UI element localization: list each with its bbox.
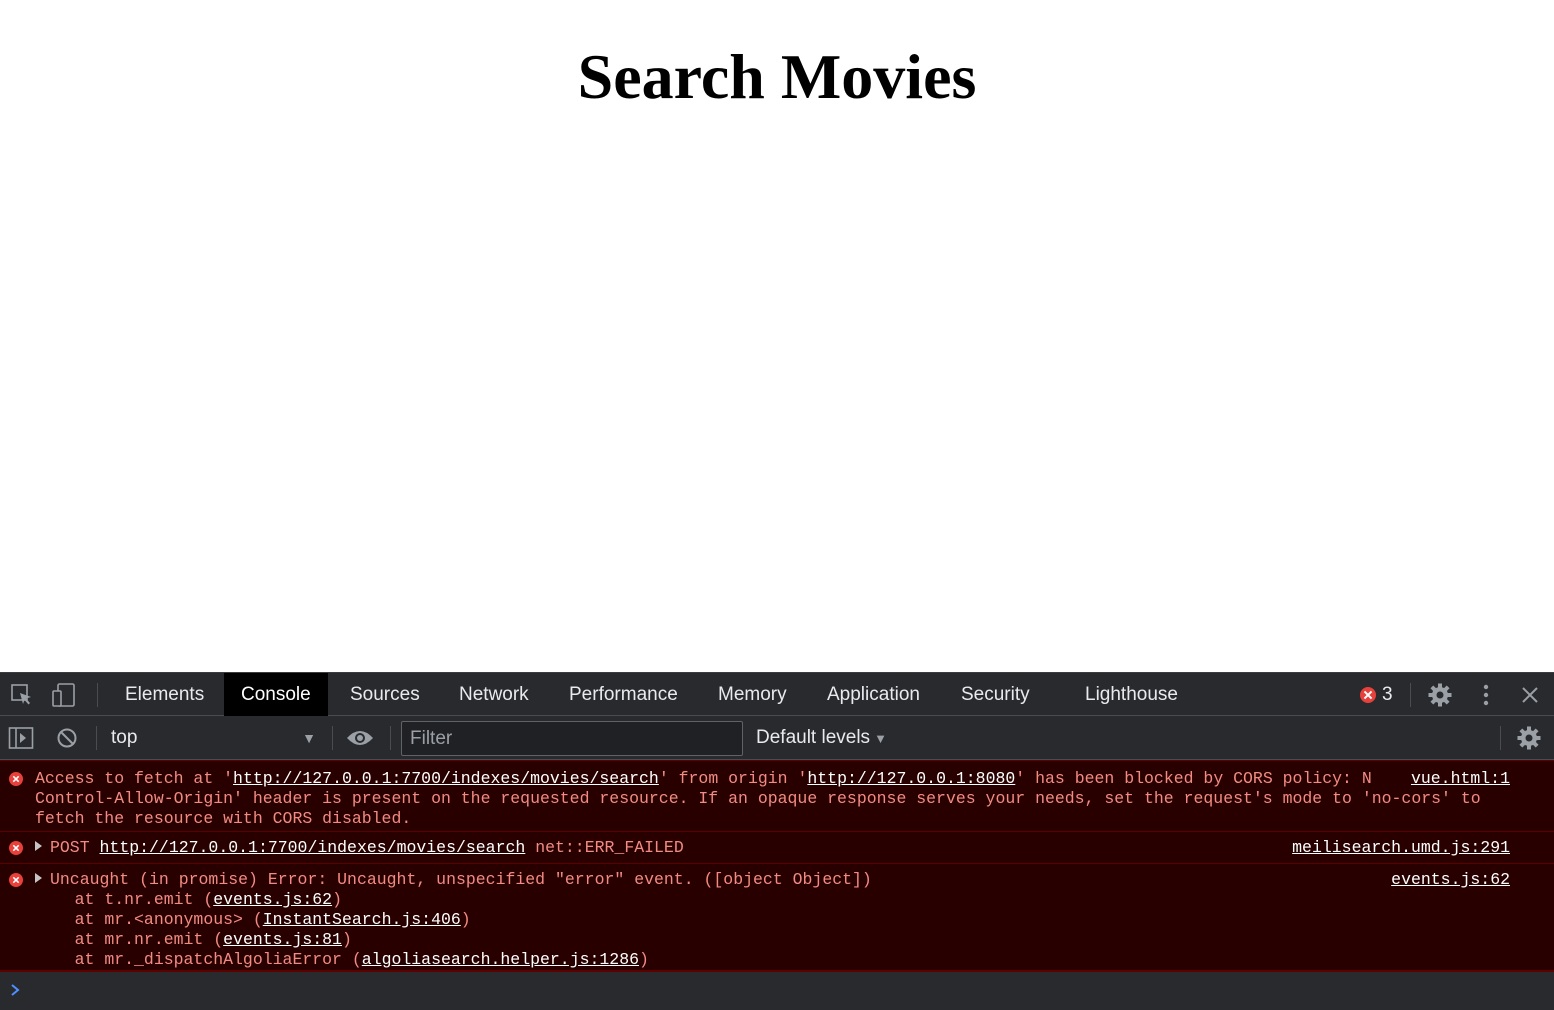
chevron-down-icon: ▼ — [302, 730, 316, 746]
stack-frame-link[interactable]: algoliasearch.helper.js:1286 — [362, 950, 639, 969]
error-icon — [9, 772, 23, 786]
error-icon — [9, 873, 23, 887]
expand-triangle-icon[interactable] — [35, 873, 42, 883]
error-icon — [1360, 687, 1376, 703]
devtools-tabbar: Elements Console Sources Network Perform… — [0, 672, 1554, 716]
context-value: top — [111, 727, 138, 748]
message-text-part: Access to fetch at ' — [35, 769, 234, 788]
source-link[interactable]: events.js:62 — [1391, 870, 1510, 890]
request-url-link[interactable]: http://127.0.0.1:7700/indexes/movies/sea… — [100, 838, 526, 857]
log-levels-label: Default levels — [756, 727, 871, 748]
request-status: net::ERR_FAILED — [535, 838, 684, 857]
chevron-down-icon: ▼ — [874, 731, 887, 746]
request-method: POST — [50, 838, 90, 857]
stack-frame-text: ) — [341, 930, 352, 949]
console-message-post-failed: POST http://127.0.0.1:7700/indexes/movie… — [0, 831, 1554, 863]
origin-url-link[interactable]: http://127.0.0.1:8080 — [807, 769, 1015, 788]
stack-frame-link[interactable]: InstantSearch.js:406 — [263, 910, 461, 929]
stack-frame-text: ) — [460, 910, 471, 929]
source-link[interactable]: meilisearch.umd.js:291 — [1292, 838, 1510, 858]
stack-frame-text: at t.nr.emit ( — [35, 890, 214, 909]
stack-frame: at mr.nr.emit (events.js:81) — [35, 930, 352, 949]
filter-input[interactable] — [401, 721, 743, 756]
message-text-part: ' from origin ' — [658, 769, 808, 788]
tab-application[interactable]: Application — [810, 673, 937, 716]
tab-lighthouse[interactable]: Lighthouse — [1068, 673, 1195, 716]
prompt-chevron-icon — [11, 984, 20, 996]
clear-console-icon[interactable] — [53, 724, 81, 752]
expand-triangle-icon[interactable] — [35, 841, 42, 851]
live-expression-eye-icon[interactable] — [346, 724, 374, 752]
devtools-panel: Elements Console Sources Network Perform… — [0, 672, 1554, 1010]
divider — [96, 726, 97, 750]
message-text: Access to fetch at 'http://127.0.0.1:770… — [35, 769, 1514, 829]
context-select[interactable]: top ▼ — [100, 722, 324, 754]
divider — [390, 726, 391, 750]
stack-frame-text: ) — [332, 890, 342, 909]
close-icon[interactable] — [1516, 681, 1544, 709]
sidebar-toggle-icon[interactable] — [7, 724, 35, 752]
settings-gear-icon[interactable] — [1426, 681, 1454, 709]
tab-elements[interactable]: Elements — [108, 673, 221, 716]
console-toolbar: top ▼ Default levels▼ — [0, 716, 1554, 760]
more-options-icon[interactable] — [1472, 681, 1500, 709]
console-message-uncaught-error: Uncaught (in promise) Error: Uncaught, u… — [0, 863, 1554, 970]
page-title: Search Movies — [577, 41, 977, 112]
tab-console[interactable]: Console — [224, 673, 328, 716]
inspect-element-icon[interactable] — [8, 681, 36, 709]
error-icon — [9, 841, 23, 855]
request-url-link[interactable]: http://127.0.0.1:7700/indexes/movies/sea… — [233, 769, 659, 788]
stack-frame-text: ) — [639, 950, 649, 969]
divider — [1410, 683, 1411, 707]
tab-network[interactable]: Network — [442, 673, 546, 716]
log-levels-dropdown[interactable]: Default levels ▼ — [756, 722, 887, 754]
stack-frame: at t.nr.emit (events.js:62) — [35, 890, 342, 909]
message-text: Uncaught (in promise) Error: Uncaught, u… — [35, 870, 1514, 970]
source-link[interactable]: vue.html:1 — [1370, 769, 1510, 789]
divider — [97, 683, 98, 707]
stack-frame-link[interactable]: events.js:81 — [223, 930, 342, 949]
stack-frame-link[interactable]: events.js:62 — [213, 890, 332, 909]
stack-frame: at mr.<anonymous> (InstantSearch.js:406) — [35, 910, 471, 929]
console-settings-gear-icon[interactable] — [1515, 724, 1543, 752]
error-text: Uncaught (in promise) Error: Uncaught, u… — [50, 870, 872, 889]
stack-frame-text: at mr._dispatchAlgoliaError ( — [35, 950, 362, 969]
console-prompt[interactable] — [0, 970, 1554, 1010]
console-message-cors-error: Access to fetch at 'http://127.0.0.1:770… — [0, 760, 1554, 831]
divider — [1500, 726, 1501, 750]
tab-performance[interactable]: Performance — [552, 673, 695, 716]
error-count: 3 — [1382, 684, 1393, 705]
stack-frame: at mr._dispatchAlgoliaError (algoliasear… — [35, 950, 649, 969]
tab-memory[interactable]: Memory — [701, 673, 804, 716]
stack-frame-text: at mr.<anonymous> ( — [35, 910, 263, 929]
error-count-badge[interactable]: 3 — [1360, 683, 1393, 707]
divider — [332, 726, 333, 750]
device-toolbar-icon[interactable] — [50, 681, 78, 709]
stack-frame-text: at mr.nr.emit ( — [35, 930, 224, 949]
tab-sources[interactable]: Sources — [333, 673, 437, 716]
tab-security[interactable]: Security — [944, 673, 1047, 716]
